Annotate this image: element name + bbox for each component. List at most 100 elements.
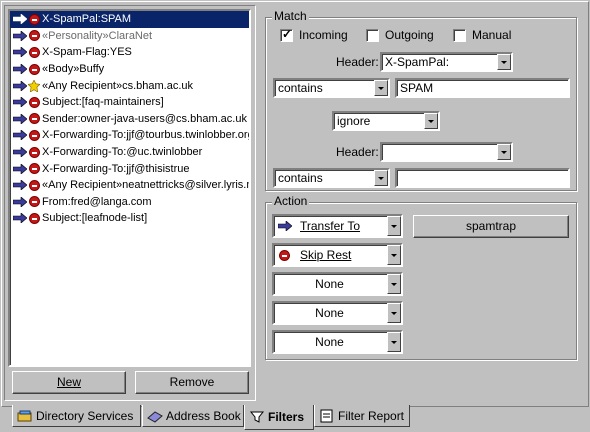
arrow-icon [13,113,27,124]
tab-filter-report-label: Filter Report [338,408,405,423]
action-select-1[interactable]: Transfer To [272,214,403,238]
stop-icon [29,63,40,75]
stop-icon [29,146,40,158]
star-icon [27,78,41,93]
action-select-4[interactable]: None [272,301,403,325]
filter-row-label: Sender:owner-java-users@cs.bham.ac.uk [42,112,247,125]
filter-row[interactable]: Subject:[leafnode-list] [10,210,249,227]
filter-list[interactable]: X-SpamPal:SPAM «Personality»ClaraNet X-Spa… [8,9,251,367]
incoming-checkbox[interactable] [280,27,293,42]
filter-row[interactable]: X-Forwarding-To:@uc.twinlobber [10,144,249,161]
stop-icon [29,13,40,25]
filter-row-label: Subject:[faq-maintainers] [42,96,164,109]
arrow-icon [13,97,27,108]
header-select-2[interactable] [380,142,513,162]
chevron-down-icon[interactable] [497,54,511,70]
operator-select-2[interactable]: contains [273,168,390,188]
chevron-down-icon[interactable] [387,303,401,323]
arrow-icon [13,80,27,91]
filter-row-label: X-Forwarding-To:jjf@tourbus.twinlobber.o… [42,129,251,142]
chevron-down-icon[interactable] [497,144,511,160]
stop-icon [29,129,40,141]
arrow-icon [13,47,27,58]
action-select-3[interactable]: None [272,272,403,296]
manual-label: Manual [472,28,512,42]
operator-select-1[interactable]: contains [273,78,390,98]
chevron-down-icon[interactable] [387,332,401,352]
arrow-icon [13,196,27,207]
filter-row[interactable]: X-Forwarding-To:jjf@thisistrue [10,160,249,177]
logic-select[interactable]: ignore [332,111,440,131]
incoming-label: Incoming [299,28,348,42]
incoming-checkbox-row[interactable]: Incoming [280,27,348,42]
filter-row[interactable]: «Any Recipient»neatnettricks@silver.lyri… [10,177,249,194]
outgoing-label: Outgoing [385,28,434,42]
match-value-2[interactable] [395,168,570,188]
remove-button[interactable]: Remove [135,371,249,394]
arrow-icon [13,180,27,191]
action-select-2[interactable]: Skip Rest [272,243,403,267]
filter-report-icon [319,409,335,423]
header-label-1: Header: [336,55,379,69]
filter-row[interactable]: «Personality»ClaraNet [10,28,249,45]
operator-select-1-value: contains [278,81,323,95]
filter-row-label: X-Spam-Flag:YES [42,46,132,59]
chevron-down-icon[interactable] [424,113,438,129]
stop-icon [279,249,290,261]
chevron-down-icon[interactable] [374,80,388,96]
transfer-arrow-icon [278,221,292,231]
stop-icon [29,179,40,191]
match-value-1[interactable]: SPAM [395,78,570,98]
chevron-down-icon[interactable] [374,170,388,186]
logic-select-value: ignore [337,114,371,128]
filter-row[interactable]: X-SpamPal:SPAM [10,11,249,28]
header-select-1-value: X-SpamPal: [385,55,450,69]
filter-row-label: «Body»Buffy [42,63,105,76]
new-button[interactable]: New [12,371,126,394]
outgoing-checkbox-row[interactable]: Outgoing [366,28,434,42]
arrow-icon [13,213,27,224]
manual-checkbox[interactable] [453,28,466,42]
arrow-icon [13,14,27,25]
arrow-icon [13,130,27,141]
filter-row[interactable]: X-Forwarding-To:jjf@tourbus.twinlobber.o… [10,127,249,144]
action-title: Action [272,194,310,208]
filter-row[interactable]: From:fred@langa.com [10,194,249,211]
outgoing-checkbox[interactable] [366,28,379,42]
chevron-down-icon[interactable] [387,245,401,265]
tab-filters-label: Filters [268,410,305,424]
action-select-1-value: Transfer To [300,219,361,233]
action-select-2-value: Skip Rest [300,248,352,262]
manual-checkbox-row[interactable]: Manual [453,28,511,42]
chevron-down-icon[interactable] [387,216,401,236]
tab-directory-services[interactable]: Directory Services [12,405,141,427]
tab-directory-services-label: Directory Services [36,408,134,423]
filter-row-label: «Personality»ClaraNet [42,29,153,42]
filter-row[interactable]: Subject:[faq-maintainers] [10,94,249,111]
chevron-down-icon[interactable] [387,274,401,294]
filter-row-label: «Any Recipient»neatnettricks@silver.lyri… [42,179,251,192]
stop-icon [29,212,40,224]
filter-row-label: X-Forwarding-To:jjf@thisistrue [42,162,190,175]
arrow-icon [13,64,27,75]
address-book-icon [147,409,163,423]
stop-icon [29,163,40,175]
filter-row[interactable]: «Body»Buffy [10,61,249,78]
tab-address-book[interactable]: Address Book [142,405,244,427]
header-select-1[interactable]: X-SpamPal: [380,52,513,72]
arrow-icon [13,147,27,158]
action-select-4-value: None [315,306,344,320]
tab-address-book-label: Address Book [166,408,241,423]
tab-filter-report[interactable]: Filter Report [314,405,410,427]
directory-icon [17,409,33,423]
filter-row[interactable]: «Any Recipient»cs.bham.ac.uk [10,77,249,94]
filter-row[interactable]: Sender:owner-java-users@cs.bham.ac.uk [10,111,249,128]
header-label-2: Header: [336,145,379,159]
mailbox-button[interactable]: spamtrap [413,215,569,238]
action-select-5[interactable]: None [272,330,403,354]
match-group: Match [265,9,577,191]
filter-row[interactable]: X-Spam-Flag:YES [10,44,249,61]
stop-icon [29,113,40,125]
arrow-icon [13,163,27,174]
tab-filters[interactable]: Filters [244,405,314,430]
